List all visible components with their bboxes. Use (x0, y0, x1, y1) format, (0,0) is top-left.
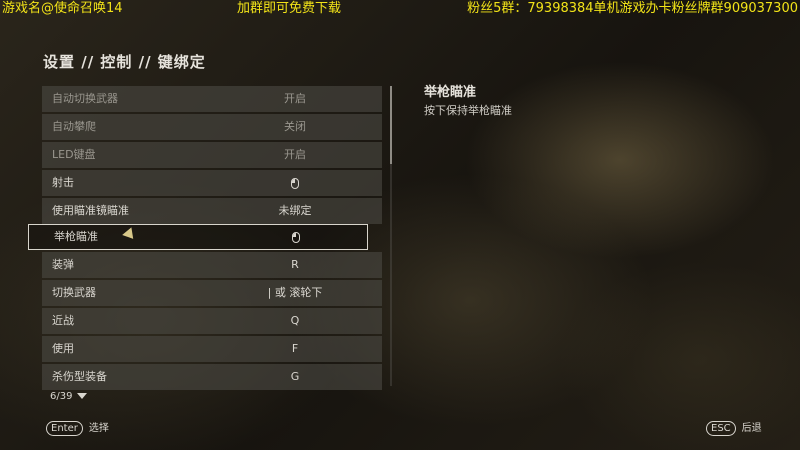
binding-label: 装弹 (52, 258, 74, 271)
scroll-down-icon[interactable] (77, 393, 88, 399)
binding-row-use[interactable]: 使用 F (42, 336, 382, 362)
binding-value: 开启 (284, 92, 306, 105)
select-label: 选择 (88, 423, 109, 434)
back-label: 后退 (741, 423, 762, 434)
back-hint[interactable]: ESC 后退 (706, 419, 762, 436)
binding-label: 射击 (52, 176, 74, 189)
binding-row-reload[interactable]: 装弹 R (42, 252, 382, 278)
binding-label: 使用 (52, 342, 74, 355)
binding-row-fire[interactable]: 射击 (42, 170, 382, 196)
binding-label: LED键盘 (52, 148, 96, 161)
binding-value: 未绑定 (278, 204, 312, 217)
binding-row-auto-climb[interactable]: 自动攀爬 关闭 (42, 114, 382, 140)
list-position-indicator: 6/39 (50, 391, 88, 402)
binding-row-lethal-equipment[interactable]: 杀伤型装备 G (42, 364, 382, 390)
detail-title: 举枪瞄准 (424, 85, 477, 100)
binding-label: 近战 (52, 314, 74, 327)
overlay-fan-group: 粉丝5群：79398384单机游戏办卡粉丝牌群909037300 (467, 1, 798, 16)
list-position-text: 6/39 (50, 391, 73, 402)
binding-value: 开启 (284, 148, 306, 161)
binding-value: F (291, 342, 299, 355)
binding-value: R (291, 258, 299, 271)
binding-label: 自动切换武器 (52, 92, 118, 105)
enter-key-badge: Enter (46, 421, 83, 436)
binding-row-switch-weapon[interactable]: 切换武器 | 或 滚轮下 (42, 280, 382, 306)
binding-label: 切换武器 (52, 286, 96, 299)
binding-label: 自动攀爬 (52, 120, 96, 133)
overlay-join-group: 加群即可免费下载 (237, 1, 342, 16)
binding-label: 杀伤型装备 (52, 370, 107, 383)
page-title: 设置 // 控制 // 键绑定 (43, 53, 206, 71)
binding-row-melee[interactable]: 近战 Q (42, 308, 382, 334)
binding-value (213, 225, 379, 249)
mouse-left-icon (291, 177, 299, 189)
keybinding-list: 自动切换武器 开启 自动攀爬 关闭 LED键盘 开启 射击 使用瞄准镜瞄准 未绑… (28, 86, 382, 390)
mouse-right-icon (292, 231, 300, 243)
stream-overlay: 游戏名@使命召唤14 加群即可免费下载 粉丝5群：79398384单机游戏办卡粉… (0, 0, 800, 18)
scrollbar-thumb[interactable] (390, 86, 392, 164)
binding-value: Q (290, 314, 300, 327)
binding-value: | 或 滚轮下 (267, 286, 323, 299)
detail-description: 按下保持举枪瞄准 (424, 104, 512, 117)
overlay-game-name: 游戏名@使命召唤14 (2, 1, 123, 16)
binding-row-led-keyboard[interactable]: LED键盘 开启 (42, 142, 382, 168)
binding-value (212, 170, 378, 196)
select-hint[interactable]: Enter 选择 (46, 419, 109, 436)
binding-value: 关闭 (284, 120, 306, 133)
list-scrollbar[interactable] (390, 86, 392, 386)
binding-row-auto-weapon-switch[interactable]: 自动切换武器 开启 (42, 86, 382, 112)
binding-value: G (290, 370, 300, 383)
binding-row-scope-aim[interactable]: 使用瞄准镜瞄准 未绑定 (42, 198, 382, 224)
binding-label: 使用瞄准镜瞄准 (52, 204, 129, 217)
binding-label: 举枪瞄准 (54, 230, 98, 243)
esc-key-badge: ESC (706, 421, 736, 436)
binding-row-aim-down-sights[interactable]: 举枪瞄准 (28, 224, 368, 250)
